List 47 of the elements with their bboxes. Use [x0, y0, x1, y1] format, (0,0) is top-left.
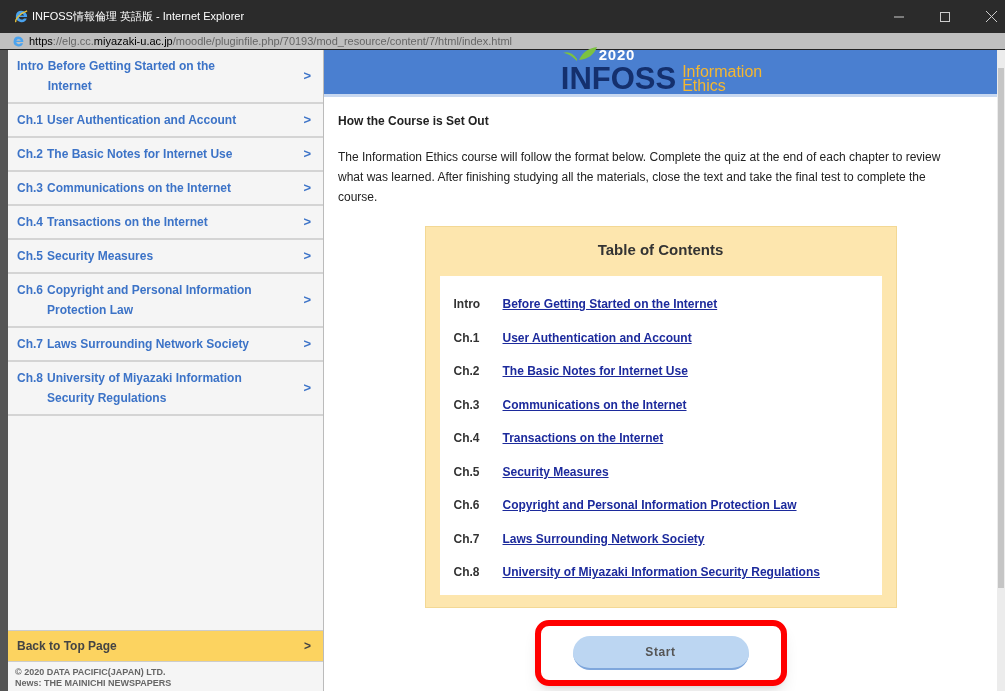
chapter-link[interactable]: Security Measures — [502, 462, 609, 481]
sidebar-item[interactable]: Ch.8 University of Miyazaki Information Security Regulations > — [8, 362, 323, 416]
toc-title: Table of Contents — [596, 240, 725, 260]
chapter-link[interactable]: Transactions on the Internet — [502, 429, 664, 448]
sidebar-item[interactable]: Ch.3 Communications on the Internet > — [8, 172, 323, 206]
chapter-link[interactable]: Copyright and Personal Information Protection Law — [502, 496, 797, 515]
browser-logo-icon — [12, 34, 25, 48]
url-text: https://elg.cc.miyazaki-u.ac.jp/moodle/pluginfile.php/70193/mod_resource/content/7/html/index.html — [29, 33, 513, 49]
leaf-icon — [562, 47, 597, 61]
sidebar-item[interactable]: Ch.6 Copyright and Personal Information Protection Law > — [8, 274, 323, 328]
sidebar-item[interactable]: Ch.1 User Authentication and Account > — [8, 104, 323, 138]
chapter-link[interactable]: Laws Surrounding Network Society — [502, 529, 705, 548]
chapter-number: Ch.2 — [453, 363, 481, 381]
logo-year: 2020 — [598, 47, 636, 62]
logo-subtitle: Information — [682, 65, 763, 79]
chapter-number: Ch.3 — [453, 396, 481, 414]
chapter-number: Ch.4 — [453, 430, 481, 448]
sidebar-item[interactable]: Ch.2 The Basic Notes for Internet Use > — [8, 138, 323, 172]
chapter-number: Intro — [453, 296, 482, 314]
section-heading: How the Course is Set Out — [338, 113, 490, 130]
copyright-text: © 2020 DATA PACIFIC(JAPAN) LTD. — [15, 667, 167, 678]
maximize-icon[interactable] — [940, 11, 950, 22]
chapter-number: Ch.8 — [453, 564, 481, 582]
chapter-link[interactable]: The Basic Notes for Internet Use — [502, 362, 688, 381]
copyright-text: News: THE MAINICHI NEWSPAPERS — [15, 678, 173, 689]
browser-logo-icon — [14, 9, 29, 24]
chapter-number: Ch.6 — [453, 497, 481, 515]
sidebar-item[interactable]: Ch.4 Transactions on the Internet > — [8, 206, 323, 240]
intro-paragraph: The Information Ethics course will follow the format below. Complete the quiz at the end of each chapter to review what was learned. After finishing studying all the materials, close the text and take the final test to complete the course. — [338, 149, 942, 206]
start-button[interactable]: Start — [572, 636, 749, 670]
chapter-number: Ch.7 — [453, 530, 481, 548]
chapter-number: Ch.5 — [453, 463, 481, 481]
sidebar-item[interactable]: Intro Before Getting Started on the Internet > — [8, 50, 323, 104]
address-bar[interactable]: https://elg.cc.miyazaki-u.ac.jp/moodle/pluginfile.php/70193/mod_resource/content/7/html/index.html — [0, 33, 1005, 49]
back-to-top-link[interactable]: Back to Top Page > — [8, 630, 323, 662]
sidebar-item[interactable]: Ch.7 Laws Surrounding Network Society > — [8, 328, 323, 362]
logo-text: INFOSS — [560, 65, 677, 93]
sidebar-item[interactable]: Ch.5 Security Measures > — [8, 240, 323, 274]
chapter-link[interactable]: Before Getting Started on the Internet — [502, 295, 718, 314]
chapter-link[interactable]: Communications on the Internet — [502, 395, 687, 414]
scrollbar[interactable] — [997, 50, 1005, 691]
close-icon[interactable] — [986, 11, 997, 22]
window-title: INFOSS情報倫理 英語版 - Internet Explorer — [32, 9, 245, 25]
chapter-link[interactable]: User Authentication and Account — [502, 328, 692, 347]
chapter-link[interactable]: University of Miyazaki Information Security Regulations — [502, 563, 820, 582]
chapter-number: Ch.1 — [453, 329, 481, 347]
logo-subtitle: Ethics — [682, 79, 727, 93]
